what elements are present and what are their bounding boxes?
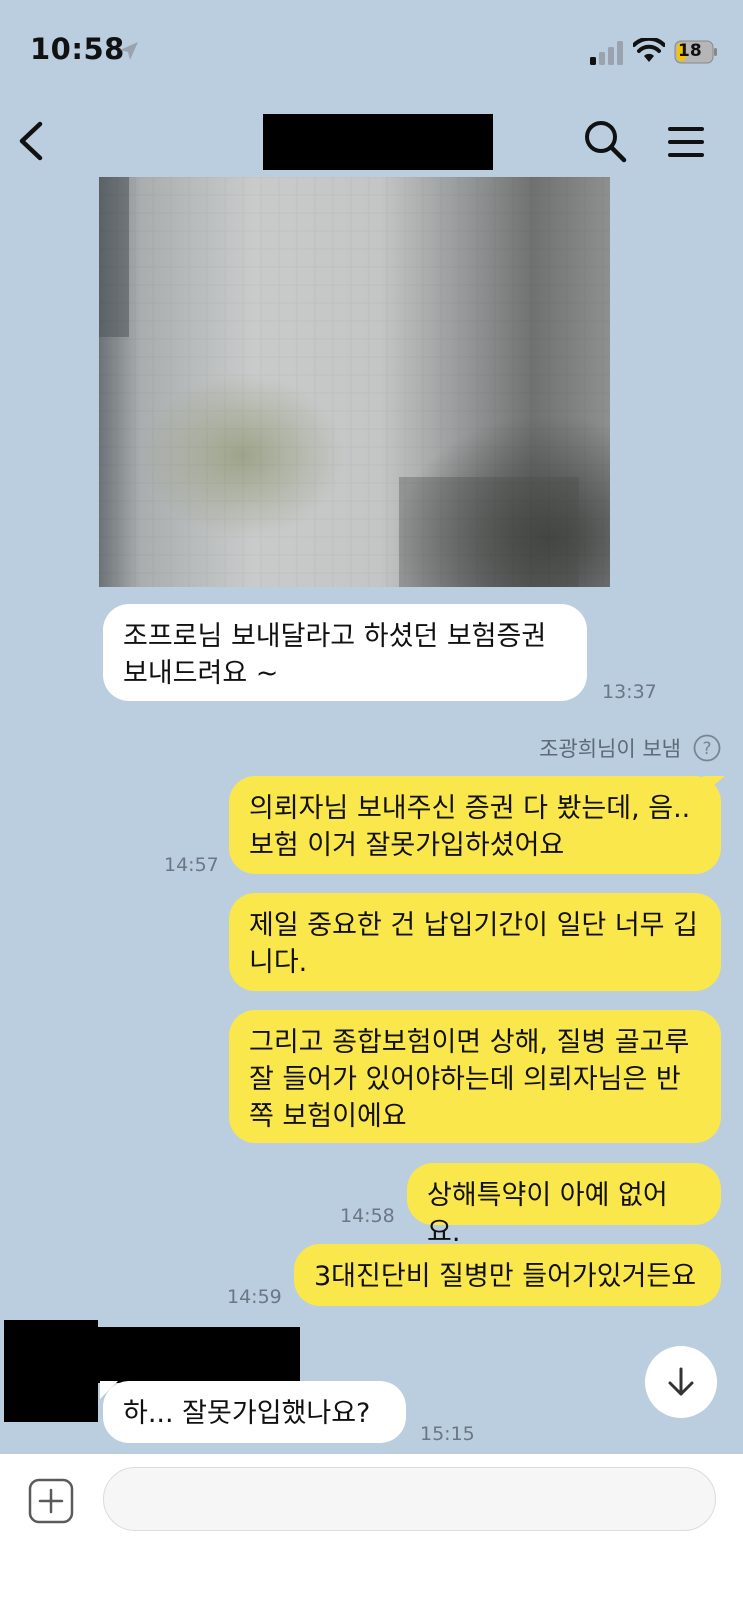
profile-redacted — [4, 1320, 98, 1422]
message-outgoing[interactable]: 제일 중요한 건 납입기간이 일단 너무 깁 니다. — [229, 893, 721, 991]
message-input[interactable] — [103, 1467, 716, 1531]
search-icon[interactable] — [582, 118, 628, 164]
message-outgoing[interactable]: 3대진단비 질병만 들어가있거든요 — [294, 1244, 721, 1306]
cellular-signal-icon — [590, 41, 623, 65]
sent-by-label: 조광희님이 보냄 — [539, 737, 681, 761]
scroll-to-bottom-button[interactable] — [645, 1346, 717, 1418]
status-bar: 10:58 18 — [0, 0, 743, 100]
message-incoming[interactable]: 하... 잘못가입했나요? — [103, 1381, 406, 1443]
message-time: 15:15 — [420, 1423, 475, 1445]
add-attachment-icon[interactable] — [28, 1478, 74, 1524]
message-time: 14:57 — [164, 854, 219, 876]
shared-photo-pixelated[interactable] — [99, 177, 610, 587]
chat-title-redacted — [263, 114, 493, 170]
message-outgoing[interactable]: 의뢰자님 보내주신 증권 다 봤는데, 음.. 보험 이거 잘못가입하셨어요 — [229, 776, 721, 874]
message-outgoing[interactable]: 상해특약이 아예 없어요. — [407, 1163, 721, 1248]
location-arrow-icon — [120, 42, 138, 60]
arrow-down-icon — [668, 1367, 694, 1396]
message-time: 14:58 — [340, 1205, 395, 1227]
help-icon[interactable]: ? — [693, 734, 721, 762]
sent-by-note: 조광희님이 보냄 ? — [539, 733, 721, 763]
menu-icon[interactable] — [666, 122, 706, 162]
sender-name-redacted — [98, 1327, 300, 1383]
message-outgoing[interactable]: 그리고 종합보험이면 상해, 질병 골고루 잘 들어가 있어야하는데 의뢰자님은… — [229, 1010, 721, 1143]
bubble-tail — [703, 776, 725, 794]
svg-text:?: ? — [702, 739, 711, 759]
message-time: 14:59 — [227, 1286, 282, 1308]
message-incoming[interactable]: 조프로님 보내달라고 하셨던 보험증권 보내드려요 ~ — [103, 604, 587, 701]
back-chevron-icon[interactable] — [12, 116, 52, 166]
message-time: 13:37 — [602, 681, 657, 703]
status-time: 10:58 — [30, 32, 125, 66]
wifi-icon — [633, 38, 665, 62]
battery-level: 18 — [678, 41, 702, 61]
